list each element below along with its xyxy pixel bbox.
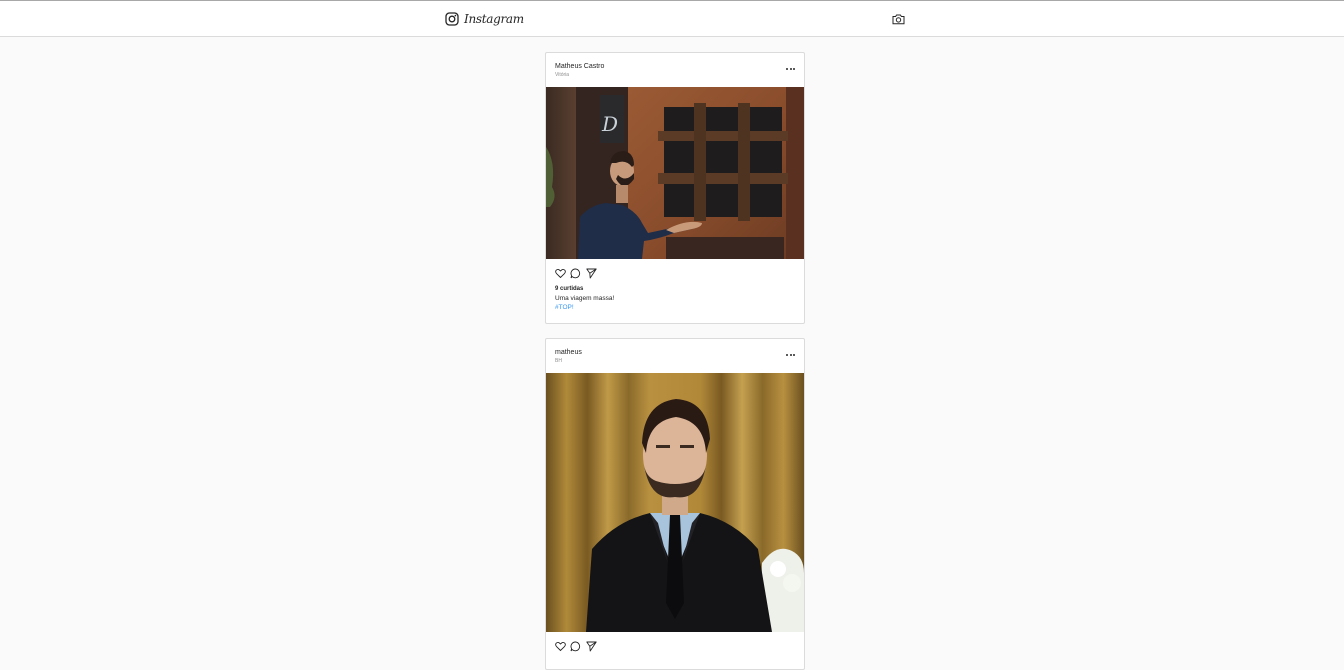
post-header: Matheus Castro Vitória — [546, 53, 804, 87]
post-header: matheus BH — [546, 339, 804, 373]
post-photo[interactable] — [546, 373, 804, 632]
comment-icon[interactable] — [570, 641, 581, 652]
camera-icon[interactable] — [892, 13, 905, 25]
post-username[interactable]: Matheus Castro — [555, 63, 604, 70]
post-card: Matheus Castro Vitória D 9 curtidas Uma … — [545, 52, 805, 324]
share-icon[interactable] — [586, 268, 597, 279]
comment-icon[interactable] — [570, 268, 581, 279]
likes-count[interactable]: 9 curtidas — [555, 286, 583, 292]
instagram-logo-icon — [445, 12, 459, 26]
heart-icon[interactable] — [555, 268, 566, 279]
post-username[interactable]: matheus — [555, 349, 582, 356]
app-title: Instagram — [464, 12, 524, 26]
post-location[interactable]: BH — [555, 358, 562, 364]
share-icon[interactable] — [586, 641, 597, 652]
post-actions — [546, 632, 804, 652]
post-caption: Uma viagem massa! — [555, 295, 615, 302]
top-navigation-bar: Instagram — [0, 1, 1344, 37]
post-card: matheus BH — [545, 338, 805, 670]
post-photo[interactable]: D — [546, 87, 804, 259]
post-location[interactable]: Vitória — [555, 72, 569, 78]
brand[interactable]: Instagram — [445, 10, 524, 28]
svg-text:D: D — [601, 112, 618, 136]
heart-icon[interactable] — [555, 641, 566, 652]
post-actions — [546, 259, 804, 279]
more-options-icon[interactable] — [786, 354, 795, 356]
post-hashtag[interactable]: #TOP! — [555, 304, 574, 311]
more-options-icon[interactable] — [786, 68, 795, 70]
